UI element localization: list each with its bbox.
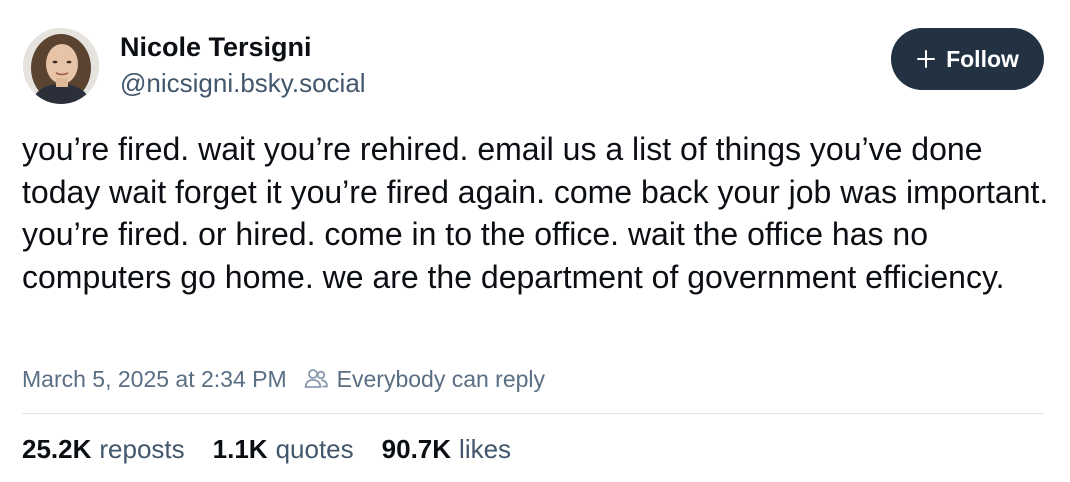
plus-icon: [916, 49, 936, 69]
reposts-stat[interactable]: 25.2K reposts: [22, 434, 185, 465]
reposts-count: 25.2K: [22, 434, 92, 464]
post-timestamp[interactable]: March 5, 2025 at 2:34 PM: [22, 366, 287, 393]
author-avatar[interactable]: [23, 28, 99, 104]
follow-button-label: Follow: [946, 45, 1019, 72]
reposts-label: reposts: [99, 434, 185, 464]
quotes-count: 1.1K: [212, 434, 268, 464]
author-name[interactable]: Nicole Tersigni: [120, 32, 312, 63]
post-card: Nicole Tersigni @nicsigni.bsky.social Fo…: [0, 0, 1070, 482]
likes-stat[interactable]: 90.7K likes: [382, 434, 511, 465]
divider: [22, 413, 1044, 414]
likes-label: likes: [459, 434, 512, 464]
post-stats: 25.2K reposts 1.1K quotes 90.7K likes: [22, 434, 539, 465]
follow-button[interactable]: Follow: [891, 28, 1044, 90]
post-meta: March 5, 2025 at 2:34 PM Everybody can r…: [22, 364, 545, 394]
quotes-label: quotes: [275, 434, 354, 464]
people-icon: [303, 366, 329, 392]
author-handle[interactable]: @nicsigni.bsky.social: [120, 68, 366, 99]
reply-setting[interactable]: Everybody can reply: [337, 366, 545, 393]
quotes-stat[interactable]: 1.1K quotes: [213, 434, 354, 465]
post-text: you’re fired. wait you’re rehired. email…: [22, 131, 1049, 295]
likes-count: 90.7K: [381, 434, 452, 464]
profile-photo-icon: [23, 28, 99, 104]
